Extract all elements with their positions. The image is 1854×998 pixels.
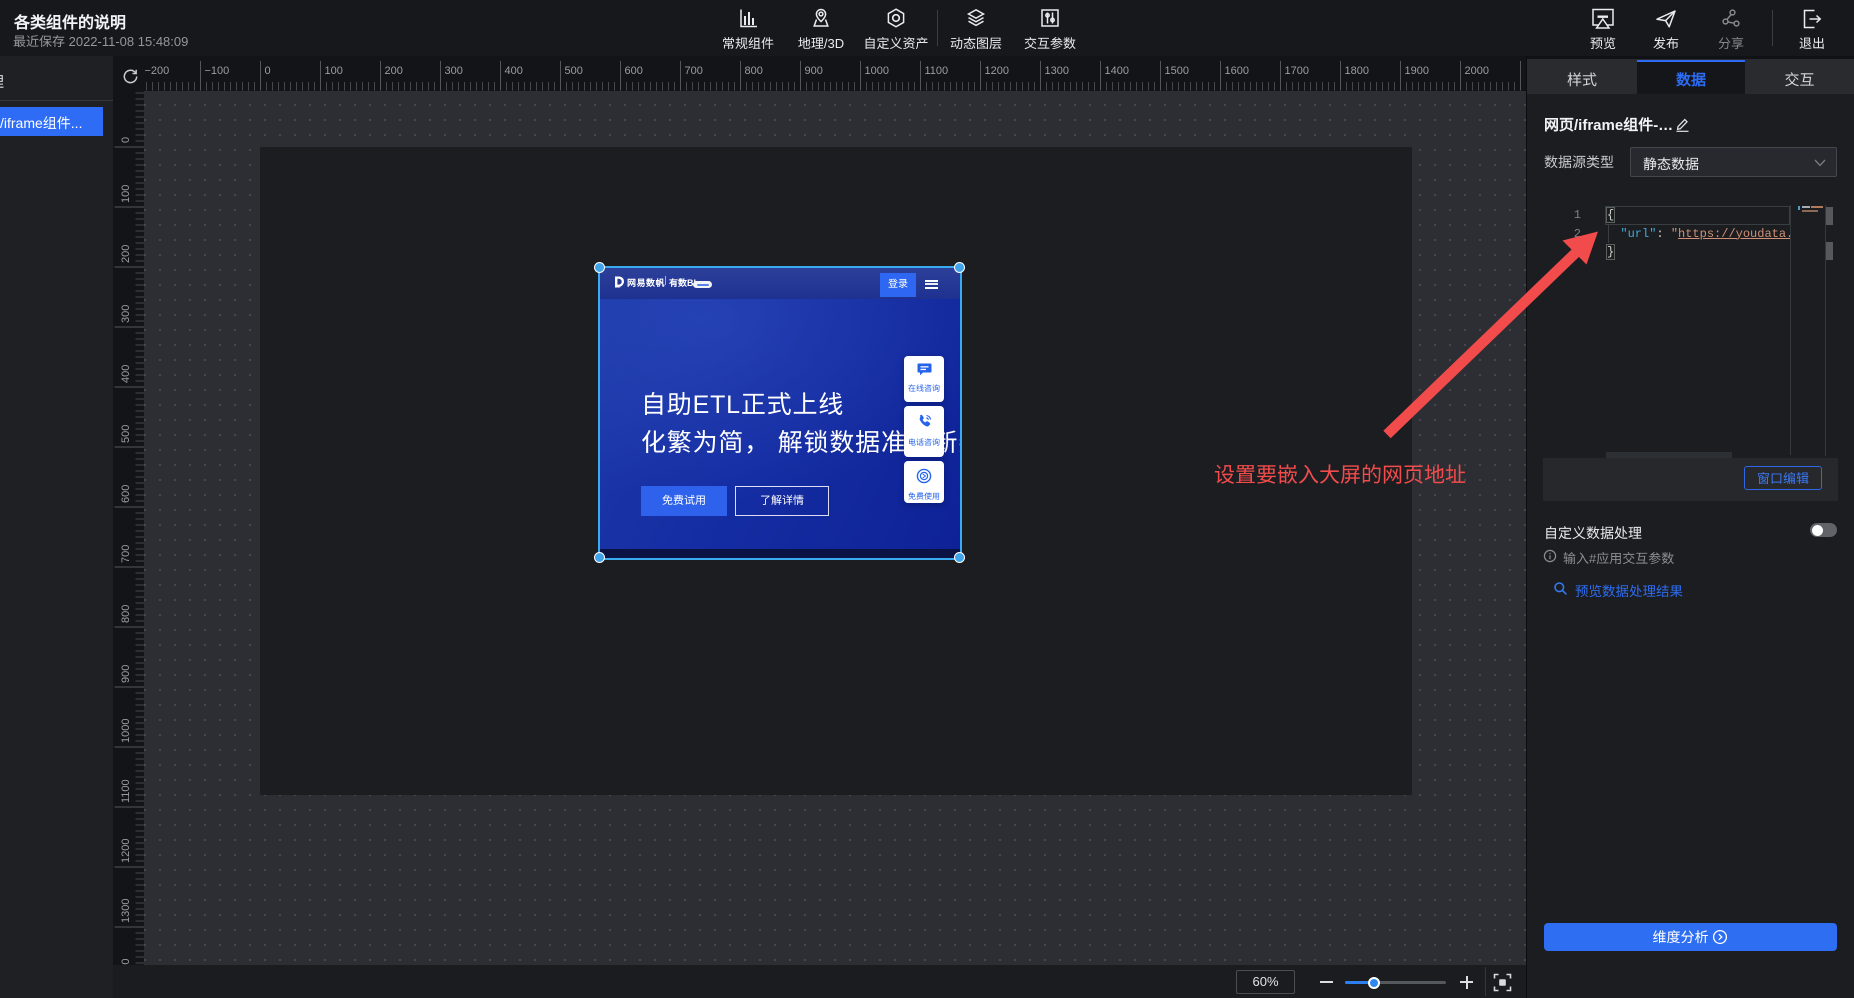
svg-text:−100: −100 [205, 65, 230, 77]
svg-text:1100: 1100 [120, 779, 132, 803]
svg-text:1400: 1400 [1105, 65, 1129, 77]
svg-text:1300: 1300 [1045, 65, 1069, 77]
svg-text:900: 900 [805, 65, 823, 77]
svg-text:500: 500 [120, 425, 132, 443]
svg-text:1200: 1200 [120, 839, 132, 863]
svg-text:1200: 1200 [985, 65, 1009, 77]
svg-text:700: 700 [685, 65, 703, 77]
svg-text:100: 100 [325, 65, 343, 77]
svg-text:900: 900 [120, 665, 132, 683]
svg-text:300: 300 [120, 305, 132, 323]
svg-text:400: 400 [120, 365, 132, 383]
svg-text:1600: 1600 [1225, 65, 1249, 77]
svg-text:2000: 2000 [1465, 65, 1489, 77]
svg-text:500: 500 [565, 65, 583, 77]
svg-text:200: 200 [120, 245, 132, 263]
svg-text:800: 800 [120, 605, 132, 623]
svg-text:0: 0 [120, 137, 132, 143]
svg-text:800: 800 [745, 65, 763, 77]
svg-text:1300: 1300 [120, 899, 132, 923]
svg-text:−200: −200 [145, 65, 170, 77]
svg-text:600: 600 [120, 485, 132, 503]
svg-text:700: 700 [120, 545, 132, 563]
svg-text:0: 0 [265, 65, 271, 77]
svg-text:600: 600 [625, 65, 643, 77]
svg-text:200: 200 [385, 65, 403, 77]
svg-text:1000: 1000 [120, 719, 132, 743]
svg-text:100: 100 [120, 185, 132, 203]
svg-text:300: 300 [445, 65, 463, 77]
svg-text:1000: 1000 [865, 65, 889, 77]
svg-text:400: 400 [505, 65, 523, 77]
svg-text:1900: 1900 [1405, 65, 1429, 77]
svg-text:1700: 1700 [1285, 65, 1309, 77]
svg-text:1100: 1100 [925, 65, 949, 77]
svg-text:1800: 1800 [1345, 65, 1369, 77]
svg-text:1500: 1500 [1165, 65, 1189, 77]
